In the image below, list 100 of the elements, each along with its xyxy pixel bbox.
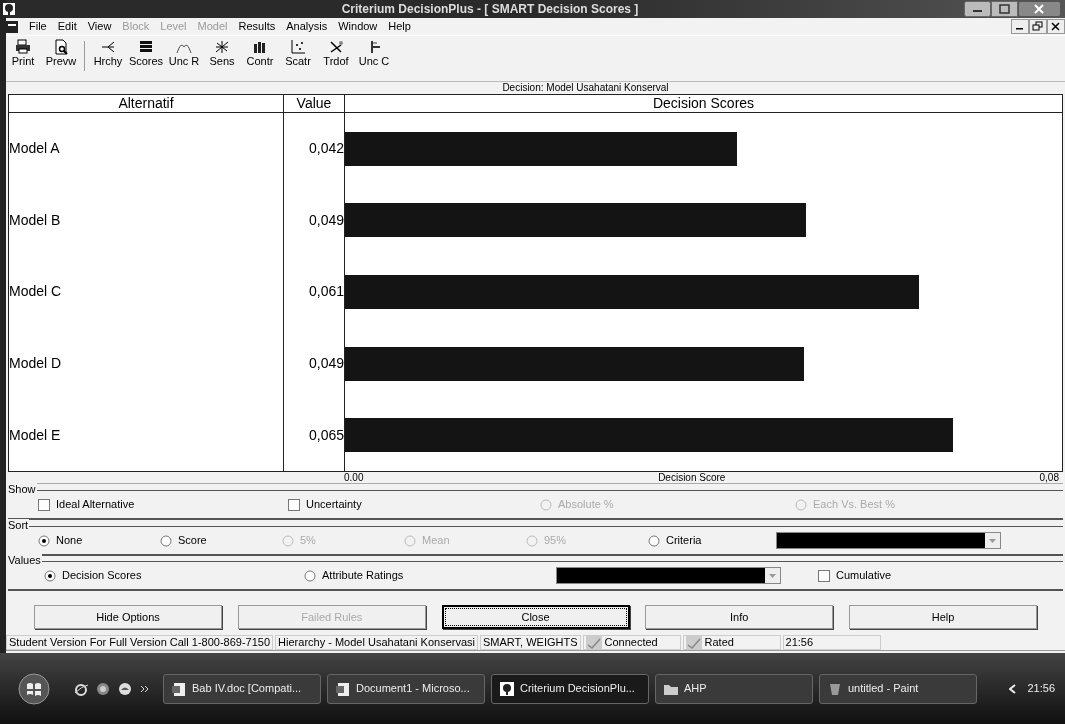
toolbar-button[interactable]: Sens: [205, 39, 239, 68]
column-header: Decision Scores: [652, 95, 755, 112]
taskbar-button[interactable]: Document1 - Microso...: [327, 673, 485, 704]
taskbar-button[interactable]: untitled - Paint: [819, 673, 977, 704]
toolbar-icon: [214, 39, 230, 55]
menu-item[interactable]: View: [87, 18, 112, 35]
taskbar-app-icon: [500, 681, 514, 696]
checkbox[interactable]: [288, 498, 300, 511]
dialog-button[interactable]: Hide Options: [34, 605, 222, 629]
table-cell-text: 0,049: [308, 210, 344, 230]
chevron-icon[interactable]: [140, 683, 149, 694]
decision-label: Decision: Model Usahatani Konserval: [502, 82, 669, 94]
option-label[interactable]: Criteria: [666, 532, 702, 549]
minimize-button[interactable]: [1011, 19, 1029, 34]
option-label: Absolute %: [558, 497, 614, 513]
toolbar-icon: [53, 39, 69, 55]
option-label: Mean: [422, 533, 450, 549]
taskbar-app-icon: [172, 681, 186, 696]
toolbar-icon: [328, 39, 344, 55]
table-cell-text: 0,061: [308, 282, 344, 302]
dropdown[interactable]: [556, 567, 781, 584]
axis-tick: 0,08: [1039, 472, 1060, 483]
table-cell-text: 0,042: [308, 139, 344, 159]
group-title: Sort: [8, 519, 30, 531]
table-cell-text: Model B: [9, 210, 61, 230]
option-label[interactable]: Cumulative: [836, 567, 892, 584]
option-label[interactable]: Uncertainty: [306, 496, 362, 513]
close-button[interactable]: [1047, 19, 1065, 34]
menu-item[interactable]: Window: [338, 18, 378, 35]
status-text: Rated: [704, 635, 734, 651]
checkbox[interactable]: [38, 498, 50, 511]
dialog-button[interactable]: Help: [849, 605, 1037, 629]
toolbar-icon: [290, 39, 306, 55]
maximize-button[interactable]: [991, 1, 1018, 17]
toolbar-icon: [138, 39, 154, 55]
toolbar-button[interactable]: Scores: [129, 39, 163, 68]
toolbar-button[interactable]: Contr: [243, 39, 277, 68]
dialog-button[interactable]: Info: [645, 605, 834, 629]
status-text: Student Version For Full Version Call 1-800-869-7150: [9, 635, 271, 651]
taskbar-button[interactable]: Criterium DecisionPlu...: [491, 673, 649, 704]
option-label[interactable]: Attribute Ratings: [322, 567, 404, 584]
menu-item[interactable]: Analysis: [286, 18, 328, 35]
column-header: Value: [296, 95, 332, 112]
menu-item[interactable]: File: [29, 18, 47, 35]
option-label[interactable]: None: [56, 532, 83, 549]
option-label[interactable]: Ideal Alternative: [56, 496, 135, 513]
taskbar-app-icon: [828, 681, 842, 696]
toolbar-button[interactable]: Prevw: [44, 39, 78, 68]
radio-button[interactable]: [304, 569, 316, 582]
taskbar-button[interactable]: AHP: [655, 673, 813, 704]
option-label[interactable]: Decision Scores: [62, 567, 142, 584]
dropdown[interactable]: [776, 532, 1001, 549]
taskbar-button[interactable]: Bab IV.doc [Compati...: [163, 673, 321, 704]
toolbar-button[interactable]: Unc C: [357, 39, 391, 68]
menu-item[interactable]: Results: [238, 18, 276, 35]
status-text: SMART, WEIGHTS: [483, 635, 578, 651]
dialog-button[interactable]: Close: [441, 605, 630, 629]
radio-button[interactable]: [160, 534, 172, 547]
toolbar-button[interactable]: Trdof: [319, 39, 353, 68]
toolbar-button[interactable]: Print: [6, 39, 40, 68]
media-player-icon[interactable]: [118, 681, 132, 696]
toolbar-icon: [252, 39, 268, 55]
checkbox[interactable]: [818, 569, 830, 582]
media-icon[interactable]: [96, 681, 110, 696]
toolbar-icon: [100, 39, 116, 55]
minimize-button[interactable]: [964, 1, 991, 17]
column-header: Alternatif: [118, 95, 174, 112]
axis-label: Decision Score: [658, 472, 726, 483]
radio-button[interactable]: [648, 534, 660, 547]
radio-button[interactable]: [44, 569, 56, 582]
status-text: 21:56: [785, 635, 814, 651]
axis-tick: 0.00: [344, 472, 365, 483]
close-button[interactable]: [1018, 1, 1061, 17]
menu-item[interactable]: Edit: [57, 18, 77, 35]
status-text: Hierarchy - Model Usahatani Konservasi: [278, 635, 475, 651]
browser-icon[interactable]: [74, 681, 88, 696]
table-cell-text: Model D: [9, 354, 62, 374]
table-cell-text: Model A: [9, 139, 60, 159]
toolbar-button[interactable]: Hrchy: [91, 39, 125, 68]
table-cell-text: Model C: [9, 282, 62, 302]
table-cell-text: 0,065: [308, 425, 344, 445]
start-button[interactable]: [18, 672, 50, 705]
toolbar-button[interactable]: Scatr: [281, 39, 315, 68]
chevron-left-icon[interactable]: [1009, 683, 1018, 694]
clock: 21:56: [1027, 681, 1055, 697]
group-title: Show: [8, 483, 37, 495]
table-cell-text: Model E: [9, 425, 61, 445]
document-icon[interactable]: [6, 19, 18, 34]
status-text: Connected: [604, 635, 658, 651]
radio-button[interactable]: [38, 534, 50, 547]
option-label[interactable]: Score: [178, 532, 207, 549]
window-title: Criterium DecisionPlus - [ SMART Decision Scores ]: [340, 1, 640, 18]
option-label: 95%: [544, 533, 567, 549]
group-title: Values: [8, 554, 42, 566]
menu-item[interactable]: Help: [388, 18, 411, 35]
option-label: Each Vs. Best %: [813, 497, 895, 513]
restore-button[interactable]: [1029, 19, 1047, 34]
toolbar-icon: [15, 39, 31, 55]
toolbar-button[interactable]: Unc R: [167, 39, 201, 68]
table-cell-text: 0,049: [308, 354, 344, 374]
